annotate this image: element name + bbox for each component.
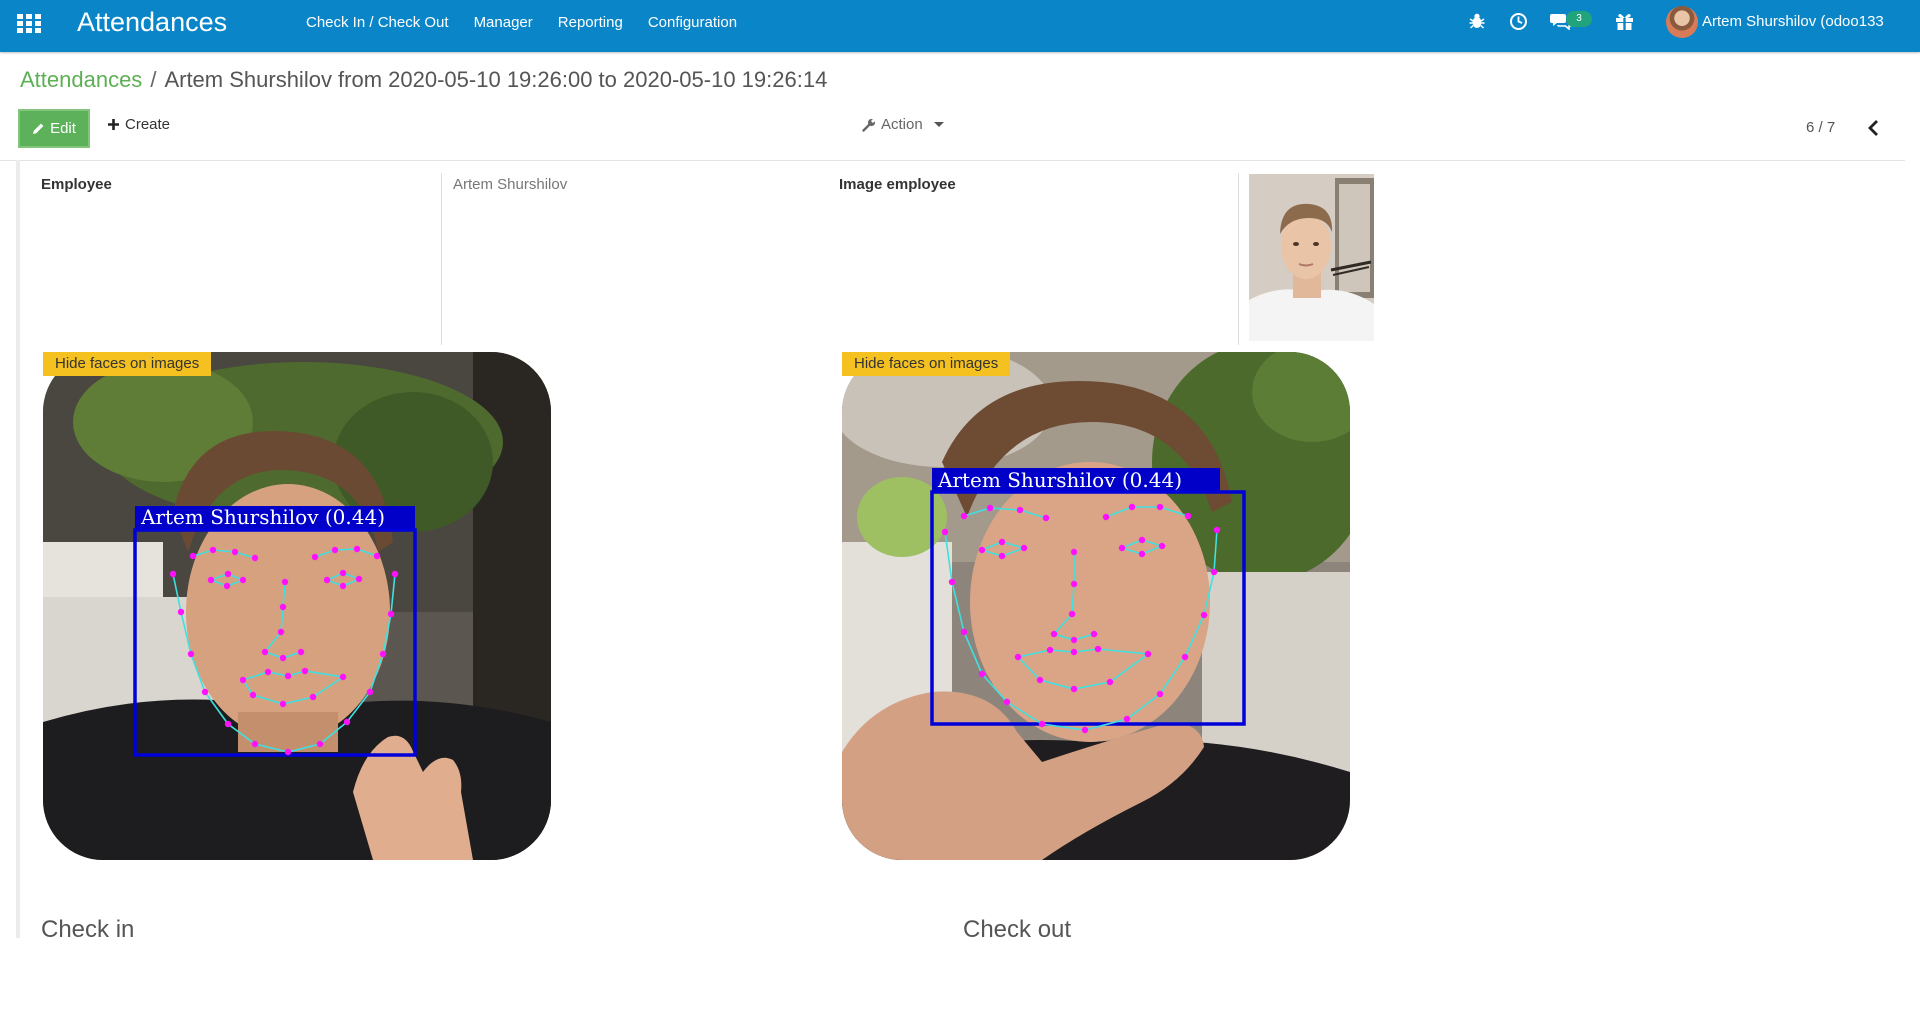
pager-value[interactable]: 6 / 7: [1806, 119, 1835, 136]
sheet-border: [16, 160, 20, 938]
main-menu: Check In / Check Out Manager Reporting C…: [306, 0, 762, 52]
breadcrumb-separator: /: [150, 67, 157, 92]
menu-configuration[interactable]: Configuration: [648, 0, 737, 52]
app-title[interactable]: Attendances: [77, 7, 227, 38]
plus-icon: [108, 119, 119, 130]
create-button[interactable]: Create: [107, 116, 170, 133]
clock-icon[interactable]: [1509, 12, 1528, 31]
field-divider: [1238, 173, 1239, 345]
check-in-title: Check in: [41, 916, 135, 943]
breadcrumb-parent-link[interactable]: Attendances: [20, 67, 142, 92]
apps-grid-icon[interactable]: [17, 14, 41, 34]
check-out-photo: Artem Shurshilov (0.44): [842, 352, 1350, 860]
check-out-title: Check out: [963, 916, 1072, 943]
messages-count-badge: 3: [1566, 11, 1592, 27]
employee-image[interactable]: [1249, 174, 1374, 341]
check-in-face-image[interactable]: Artem Shurshilov (0.44): [43, 352, 551, 860]
employee-label: Employee: [41, 176, 112, 193]
hide-faces-button[interactable]: Hide faces on images: [842, 352, 1011, 376]
menu-reporting[interactable]: Reporting: [558, 0, 623, 52]
breadcrumb: Attendances / Artem Shurshilov from 2020-0…: [20, 67, 827, 93]
check-out-face-image[interactable]: Artem Shurshilov (0.44): [842, 352, 1350, 860]
check-in-face-caption: Artem Shurshilov (0.44): [140, 505, 385, 529]
create-button-label: Create: [125, 116, 171, 133]
user-avatar[interactable]: [1666, 6, 1698, 38]
gift-icon[interactable]: [1615, 12, 1634, 31]
pencil-icon: [33, 123, 44, 134]
menu-check-in-check-out[interactable]: Check In / Check Out: [306, 0, 449, 52]
action-dropdown-label: Action: [881, 116, 923, 133]
edit-button-label: Edit: [50, 120, 76, 137]
check-in-photo: Artem Shurshilov (0.44): [43, 352, 551, 860]
check-out-face-caption: Artem Shurshilov (0.44): [937, 468, 1182, 492]
caret-down-icon: [933, 122, 944, 127]
control-panel-divider: [0, 160, 1905, 161]
employee-field[interactable]: Artem Shurshilov: [453, 176, 567, 193]
edit-button[interactable]: Edit: [18, 109, 90, 148]
breadcrumb-current: Artem Shurshilov from 2020-05-10 19:26:0…: [164, 67, 828, 92]
hide-faces-button[interactable]: Hide faces on images: [43, 352, 212, 376]
top-navbar: Attendances Check In / Check Out Manager…: [0, 0, 1920, 52]
bug-icon[interactable]: [1468, 12, 1486, 30]
employee-photo: [1249, 174, 1374, 341]
field-divider: [441, 173, 442, 345]
user-menu[interactable]: Artem Shurshilov (odoo133: [1702, 13, 1884, 30]
menu-manager[interactable]: Manager: [474, 0, 533, 52]
image-employee-label: Image employee: [839, 176, 956, 193]
action-dropdown[interactable]: Action: [862, 116, 944, 133]
chevron-left-icon[interactable]: [1864, 118, 1884, 138]
wrench-icon: [862, 118, 876, 132]
